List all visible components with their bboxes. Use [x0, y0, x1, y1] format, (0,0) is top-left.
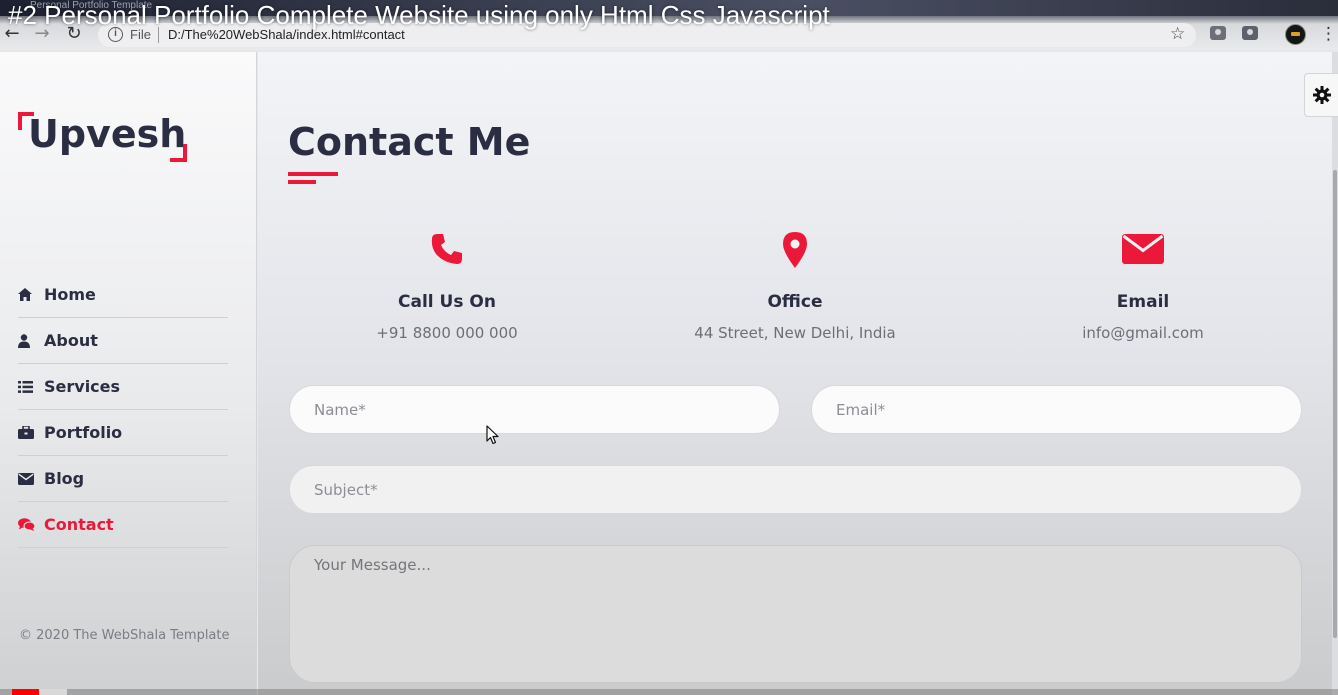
info-text: 44 Street, New Delhi, India [694, 324, 896, 342]
nav-item-home[interactable]: Home [18, 272, 228, 318]
copyright-text: © 2020 The WebShala Template [19, 628, 230, 643]
info-heading: Email [1116, 292, 1170, 312]
scrollbar[interactable] [1332, 52, 1338, 695]
contact-info-email: Email info@gmail.com [983, 232, 1303, 342]
contact-info-phone: Call Us On +91 8800 000 000 [287, 232, 607, 342]
title-underline-short [288, 180, 316, 184]
video-title: #2 Personal Portfolio Complete Website u… [8, 0, 830, 30]
camera-extension-icon[interactable] [1210, 26, 1226, 40]
envelope-icon [983, 232, 1303, 270]
extension-icon[interactable] [1242, 26, 1258, 40]
briefcase-icon [18, 426, 44, 439]
comments-icon [18, 518, 44, 531]
video-progress-buffered [39, 689, 67, 695]
logo-corner-bottom-right [170, 144, 187, 162]
home-icon [18, 288, 44, 301]
name-input[interactable] [289, 385, 780, 434]
user-icon [18, 333, 44, 348]
gear-icon [1312, 86, 1331, 104]
nav-label-home: Home [44, 285, 96, 304]
nav-item-blog[interactable]: Blog [18, 456, 228, 502]
logo-text: Upvesh [28, 112, 187, 156]
nav-item-about[interactable]: About [18, 318, 228, 364]
nav-item-portfolio[interactable]: Portfolio [18, 410, 228, 456]
nav-label-blog: Blog [44, 469, 85, 488]
page-title: Contact Me [288, 120, 531, 164]
contact-info-office: Office 44 Street, New Delhi, India [635, 232, 955, 342]
nav-item-services[interactable]: Services [18, 364, 228, 410]
title-underline [288, 172, 338, 176]
info-heading: Call Us On [398, 292, 496, 312]
bookmark-star-icon[interactable]: ☆ [1170, 24, 1185, 44]
nav-label-contact: Contact [44, 515, 114, 534]
message-textarea[interactable] [289, 545, 1302, 683]
profile-avatar[interactable] [1285, 24, 1306, 45]
video-progress-bar[interactable] [0, 689, 1338, 695]
browser-menu-icon[interactable]: ⋮ [1320, 24, 1337, 44]
info-text: +91 8800 000 000 [376, 324, 518, 342]
mouse-cursor-icon [486, 425, 499, 445]
phone-icon [287, 232, 607, 270]
scrollbar-thumb[interactable] [1333, 170, 1337, 638]
nav-item-contact[interactable]: Contact [18, 502, 228, 548]
info-heading: Office [767, 292, 823, 312]
style-switcher-toggle[interactable] [1304, 73, 1338, 117]
map-marker-icon [635, 232, 955, 270]
info-text: info@gmail.com [1082, 324, 1204, 342]
sidebar: Upvesh Home About Services Portfolio Blo… [0, 52, 257, 695]
sidebar-nav: Home About Services Portfolio Blog Conta… [18, 272, 228, 548]
subject-input[interactable] [289, 465, 1302, 514]
envelope-icon [18, 472, 44, 485]
email-input[interactable] [811, 385, 1302, 434]
logo[interactable]: Upvesh [18, 112, 188, 164]
nav-label-portfolio: Portfolio [44, 423, 123, 442]
list-icon [18, 380, 44, 393]
nav-label-about: About [44, 331, 98, 350]
nav-label-services: Services [44, 377, 121, 396]
contact-section: Contact Me Call Us On +91 8800 000 000 O… [258, 52, 1338, 695]
video-progress-played [12, 689, 39, 695]
